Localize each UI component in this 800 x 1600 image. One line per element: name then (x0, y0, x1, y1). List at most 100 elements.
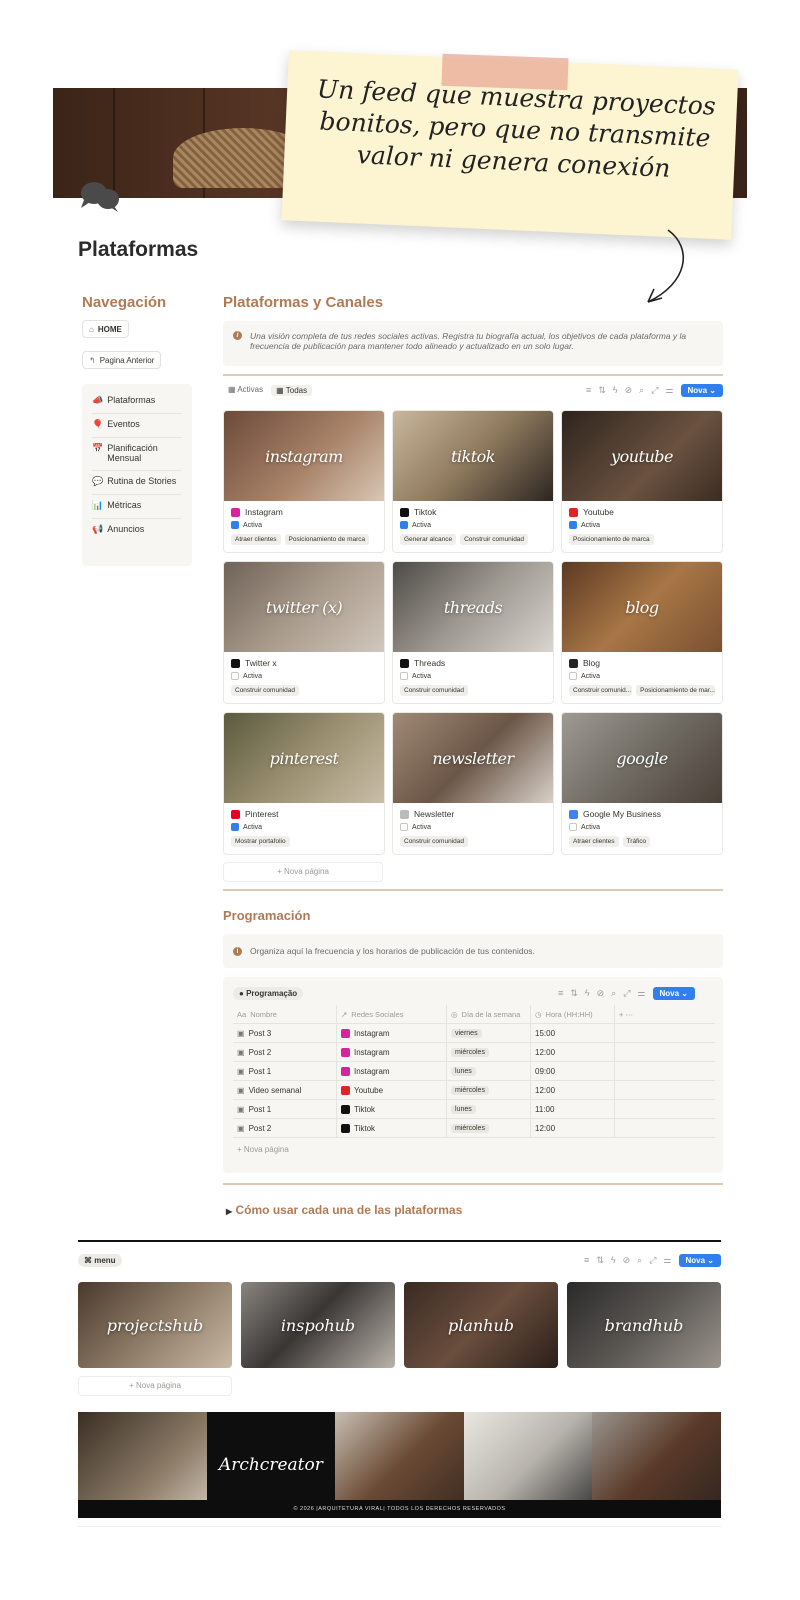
table-new-page[interactable]: + Nova página (237, 1145, 289, 1154)
sidebar-item-stories[interactable]: 💬 Rutina de Stories (92, 471, 182, 495)
filter-icon[interactable]: ≡ (586, 385, 591, 396)
chart-icon: 📊 (92, 500, 104, 510)
calendar-icon: 📅 (92, 443, 104, 453)
hub-card[interactable]: brandhub (567, 1282, 721, 1368)
platform-icon (569, 507, 578, 517)
hide-icon[interactable]: ⊘ (623, 1255, 631, 1266)
expand-icon[interactable]: ⤢ (651, 385, 658, 396)
column-header-nombre[interactable]: Aa Nombre (233, 1005, 337, 1023)
divider (78, 1240, 721, 1242)
hide-icon[interactable]: ⊘ (625, 385, 633, 396)
active-checkbox[interactable]: Activa (393, 821, 553, 833)
platform-card[interactable]: newsletter Newsletter Activa Construir c… (392, 712, 554, 855)
divider (223, 374, 723, 376)
column-header-hora[interactable]: ◷ Hora (HH:HH) (531, 1005, 615, 1023)
sort-icon[interactable]: ⇅ (598, 385, 606, 396)
network-icon (341, 1085, 350, 1095)
row-network: Instagram (354, 1066, 390, 1076)
menu-new-page[interactable]: + Nova página (78, 1376, 232, 1396)
hub-card[interactable]: planhub (404, 1282, 558, 1368)
hub-card[interactable]: inspohub (241, 1282, 395, 1368)
toggle-how-to[interactable]: ▶ Cómo usar cada una de las plataformas (226, 1203, 462, 1217)
back-button[interactable]: ↰ Pagina Anterior (82, 351, 162, 369)
automation-icon[interactable]: ϟ (585, 988, 590, 999)
search-icon[interactable]: ⌕ (639, 385, 644, 396)
settings-icon[interactable]: ⚌ (663, 1255, 671, 1266)
row-day: miércoles (451, 1123, 489, 1133)
automation-icon[interactable]: ϟ (611, 1255, 616, 1266)
arrow-icon (647, 229, 684, 303)
sort-icon[interactable]: ⇅ (570, 988, 578, 999)
active-checkbox[interactable]: Activa (562, 519, 722, 531)
platform-icon (231, 507, 240, 517)
sidebar-item-metricas[interactable]: 📊 Métricas (92, 495, 182, 519)
checkbox-icon (400, 823, 408, 831)
settings-icon[interactable]: ⚌ (637, 988, 645, 999)
platform-icon (231, 809, 240, 819)
sidebar-item-planificacion[interactable]: 📅 Planificación Mensual (92, 438, 182, 471)
filter-icon[interactable]: ≡ (584, 1255, 589, 1266)
row-name: Post 2 (248, 1047, 272, 1057)
platform-card[interactable]: instagram Instagram Activa Atraer client… (223, 410, 385, 553)
card-cover-image: blog (562, 562, 722, 652)
new-page-button[interactable]: + Nova página (223, 862, 383, 882)
add-column-button[interactable]: + ⋯ (615, 1005, 715, 1023)
active-checkbox[interactable]: Activa (393, 670, 553, 682)
active-checkbox[interactable]: Activa (224, 821, 384, 833)
search-icon[interactable]: ⌕ (611, 988, 616, 999)
table-row[interactable]: ▣ Post 1 Instagram lunes 09:00 (233, 1062, 715, 1081)
column-header-dia[interactable]: ◎ Día de la semana (447, 1005, 531, 1023)
table-row[interactable]: ▣ Video semanal Youtube miércoles 12:00 (233, 1081, 715, 1100)
platform-card[interactable]: threads Threads Activa Construir comunid… (392, 561, 554, 704)
table-row[interactable]: ▣ Post 2 Tiktok miércoles 12:00 (233, 1119, 715, 1138)
home-button[interactable]: ⌂ HOME (82, 320, 129, 338)
view-tab-menu[interactable]: ⌘ menu (78, 1254, 122, 1267)
active-checkbox[interactable]: Activa (393, 519, 553, 531)
row-time: 12:00 (535, 1085, 556, 1095)
platform-card[interactable]: youtube Youtube Activa Posicionamiento d… (561, 410, 723, 553)
tab-activas[interactable]: ▦ Activas (228, 385, 263, 396)
tag: Posicionamiento de marca (284, 534, 370, 545)
hide-icon[interactable]: ⊘ (597, 988, 605, 999)
row-day: viernes (451, 1028, 482, 1038)
platform-card[interactable]: twitter (x) Twitter x Activa Construir c… (223, 561, 385, 704)
new-button[interactable]: Nova ⌄ (680, 384, 723, 397)
card-image-text: tiktok (451, 446, 496, 466)
platform-card[interactable]: google Google My Business Activa Atraer … (561, 712, 723, 855)
automation-icon[interactable]: ϟ (613, 385, 618, 396)
row-name: Video semanal (248, 1085, 302, 1095)
row-network: Tiktok (354, 1123, 376, 1133)
sidebar-item-anuncios[interactable]: 📢 Anuncios (92, 519, 182, 542)
active-checkbox[interactable]: Activa (562, 821, 722, 833)
active-checkbox[interactable]: Activa (562, 670, 722, 682)
active-checkbox[interactable]: Activa (224, 670, 384, 682)
platforms-heading: Plataformas y Canales (223, 294, 384, 311)
card-cover-image: newsletter (393, 713, 553, 803)
expand-icon[interactable]: ⤢ (649, 1255, 656, 1266)
new-button[interactable]: Nova ⌄ (652, 987, 695, 1000)
platform-icon (400, 809, 409, 819)
column-header-redes[interactable]: ↗ Redes Sociales (337, 1005, 447, 1023)
platform-card[interactable]: pinterest Pinterest Activa Mostrar porta… (223, 712, 385, 855)
filter-icon[interactable]: ≡ (558, 988, 563, 999)
new-button[interactable]: Nova ⌄ (678, 1254, 721, 1267)
view-tab-programacao[interactable]: ● Programação (233, 987, 304, 1000)
settings-icon[interactable]: ⚌ (665, 385, 673, 396)
footer-copyright: © 2026 |ARQUITETURA VIRAL| TODOS LOS DER… (78, 1500, 721, 1518)
active-checkbox[interactable]: Activa (224, 519, 384, 531)
sort-icon[interactable]: ⇅ (596, 1255, 604, 1266)
sidebar-item-plataformas[interactable]: 📣 Plataformas (92, 390, 182, 414)
platform-card[interactable]: blog Blog Activa Construir comunid... Pos… (561, 561, 723, 704)
sidebar-item-eventos[interactable]: 🎈 Eventos (92, 414, 182, 438)
tab-todas[interactable]: ▦ Todas (271, 385, 313, 396)
platform-card[interactable]: tiktok Tiktok Activa Generar alcance Cons… (392, 410, 554, 553)
network-icon (341, 1123, 350, 1133)
card-cover-image: threads (393, 562, 553, 652)
expand-icon[interactable]: ⤢ (623, 988, 630, 999)
table-row[interactable]: ▣ Post 1 Tiktok lunes 11:00 (233, 1100, 715, 1119)
search-icon[interactable]: ⌕ (637, 1255, 642, 1266)
hub-card[interactable]: projectshub (78, 1282, 232, 1368)
table-row[interactable]: ▣ Post 2 Instagram miércoles 12:00 (233, 1043, 715, 1062)
card-tags: Generar alcance Construir comunidad (393, 531, 553, 548)
table-row[interactable]: ▣ Post 3 Instagram viernes 15:00 (233, 1024, 715, 1043)
